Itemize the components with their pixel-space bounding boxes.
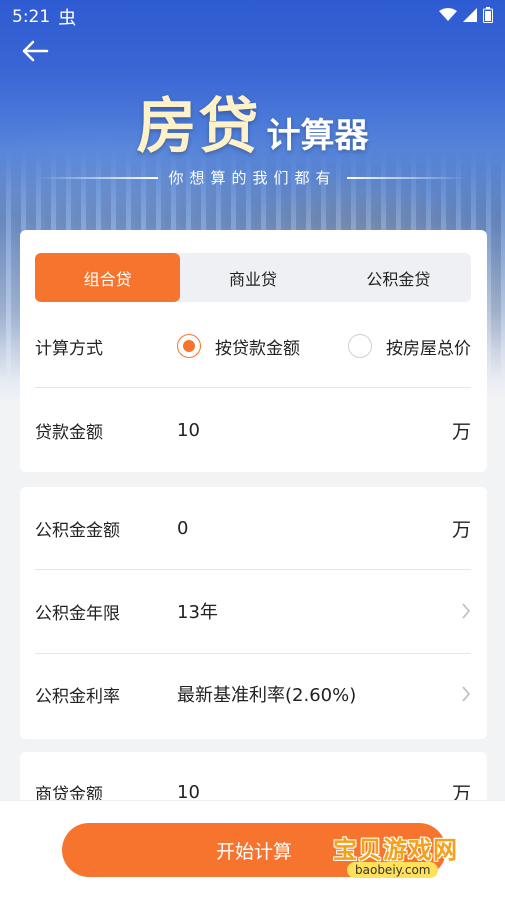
- title-big: 房贷: [136, 92, 261, 162]
- divider-right: [346, 176, 467, 179]
- page-title: 房贷 计算器 你想算的我们都有: [0, 78, 505, 188]
- signal-icon: [463, 7, 477, 27]
- subtitle: 你想算的我们都有: [168, 169, 337, 187]
- arrow-left-icon: [22, 40, 49, 62]
- loan-amount-label: 贷款金额: [35, 422, 103, 443]
- fund-amount-input[interactable]: 0: [177, 518, 452, 539]
- radio-by-house-price[interactable]: 按房屋总价: [348, 334, 471, 359]
- loan-amount-unit: 万: [451, 420, 471, 443]
- fund-years-row[interactable]: 公积金年限 13年: [35, 570, 471, 652]
- fund-amount-unit: 万: [451, 518, 471, 541]
- fund-rate-label: 公积金利率: [35, 686, 120, 707]
- loan-type-card: 组合贷 商业贷 公积金贷 计算方式 按贷款金额 按房屋总价 贷款金额 10 万: [20, 230, 487, 472]
- wifi-icon: [439, 7, 457, 27]
- loan-amount-row: 贷款金额 10 万: [35, 389, 471, 471]
- loan-amount-input[interactable]: 10: [177, 420, 452, 441]
- title-small: 计算器: [266, 116, 369, 156]
- radio-checked-icon: [177, 334, 201, 358]
- fund-rate-row[interactable]: 公积金利率 最新基准利率(2.60%): [35, 653, 471, 735]
- tab-commercial-loan[interactable]: 商业贷: [180, 253, 325, 302]
- fund-amount-label: 公积金金额: [35, 520, 120, 541]
- fund-amount-row: 公积金金额 0 万: [35, 487, 471, 569]
- divider: [35, 387, 471, 388]
- status-time: 5:21: [12, 7, 51, 27]
- calc-method-radios: 按贷款金额 按房屋总价: [177, 334, 471, 359]
- calc-method-row: 计算方式 按贷款金额 按房屋总价: [35, 305, 471, 387]
- divider-left: [38, 176, 159, 179]
- battery-icon: [483, 6, 493, 28]
- fund-years-label: 公积金年限: [35, 603, 120, 624]
- start-calc-button[interactable]: 开始计算: [62, 823, 446, 877]
- radio-label: 按贷款金额: [215, 338, 300, 359]
- status-bar: 5:21 虫: [0, 0, 505, 34]
- tab-fund-loan[interactable]: 公积金贷: [326, 253, 471, 302]
- loan-type-tabs: 组合贷 商业贷 公积金贷: [35, 253, 471, 302]
- bottom-bar: 开始计算: [0, 800, 505, 898]
- fund-rate-value: 最新基准利率(2.60%): [177, 685, 357, 706]
- radio-unchecked-icon: [348, 334, 372, 358]
- chevron-right-icon: [451, 602, 471, 620]
- fund-years-value: 13年: [177, 602, 218, 623]
- subtitle-row: 你想算的我们都有: [0, 167, 505, 188]
- calc-method-label: 计算方式: [35, 338, 103, 359]
- fund-card: 公积金金额 0 万 公积金年限 13年 公积金利率 最新基准利率(2.60%): [20, 487, 487, 739]
- bug-icon: 虫: [58, 8, 77, 29]
- radio-label: 按房屋总价: [386, 338, 471, 359]
- chevron-right-icon: [451, 685, 471, 703]
- tab-combined-loan[interactable]: 组合贷: [35, 253, 181, 302]
- back-button[interactable]: [18, 36, 52, 66]
- status-icons: [439, 6, 493, 28]
- radio-by-loan-amount[interactable]: 按贷款金额: [177, 334, 300, 359]
